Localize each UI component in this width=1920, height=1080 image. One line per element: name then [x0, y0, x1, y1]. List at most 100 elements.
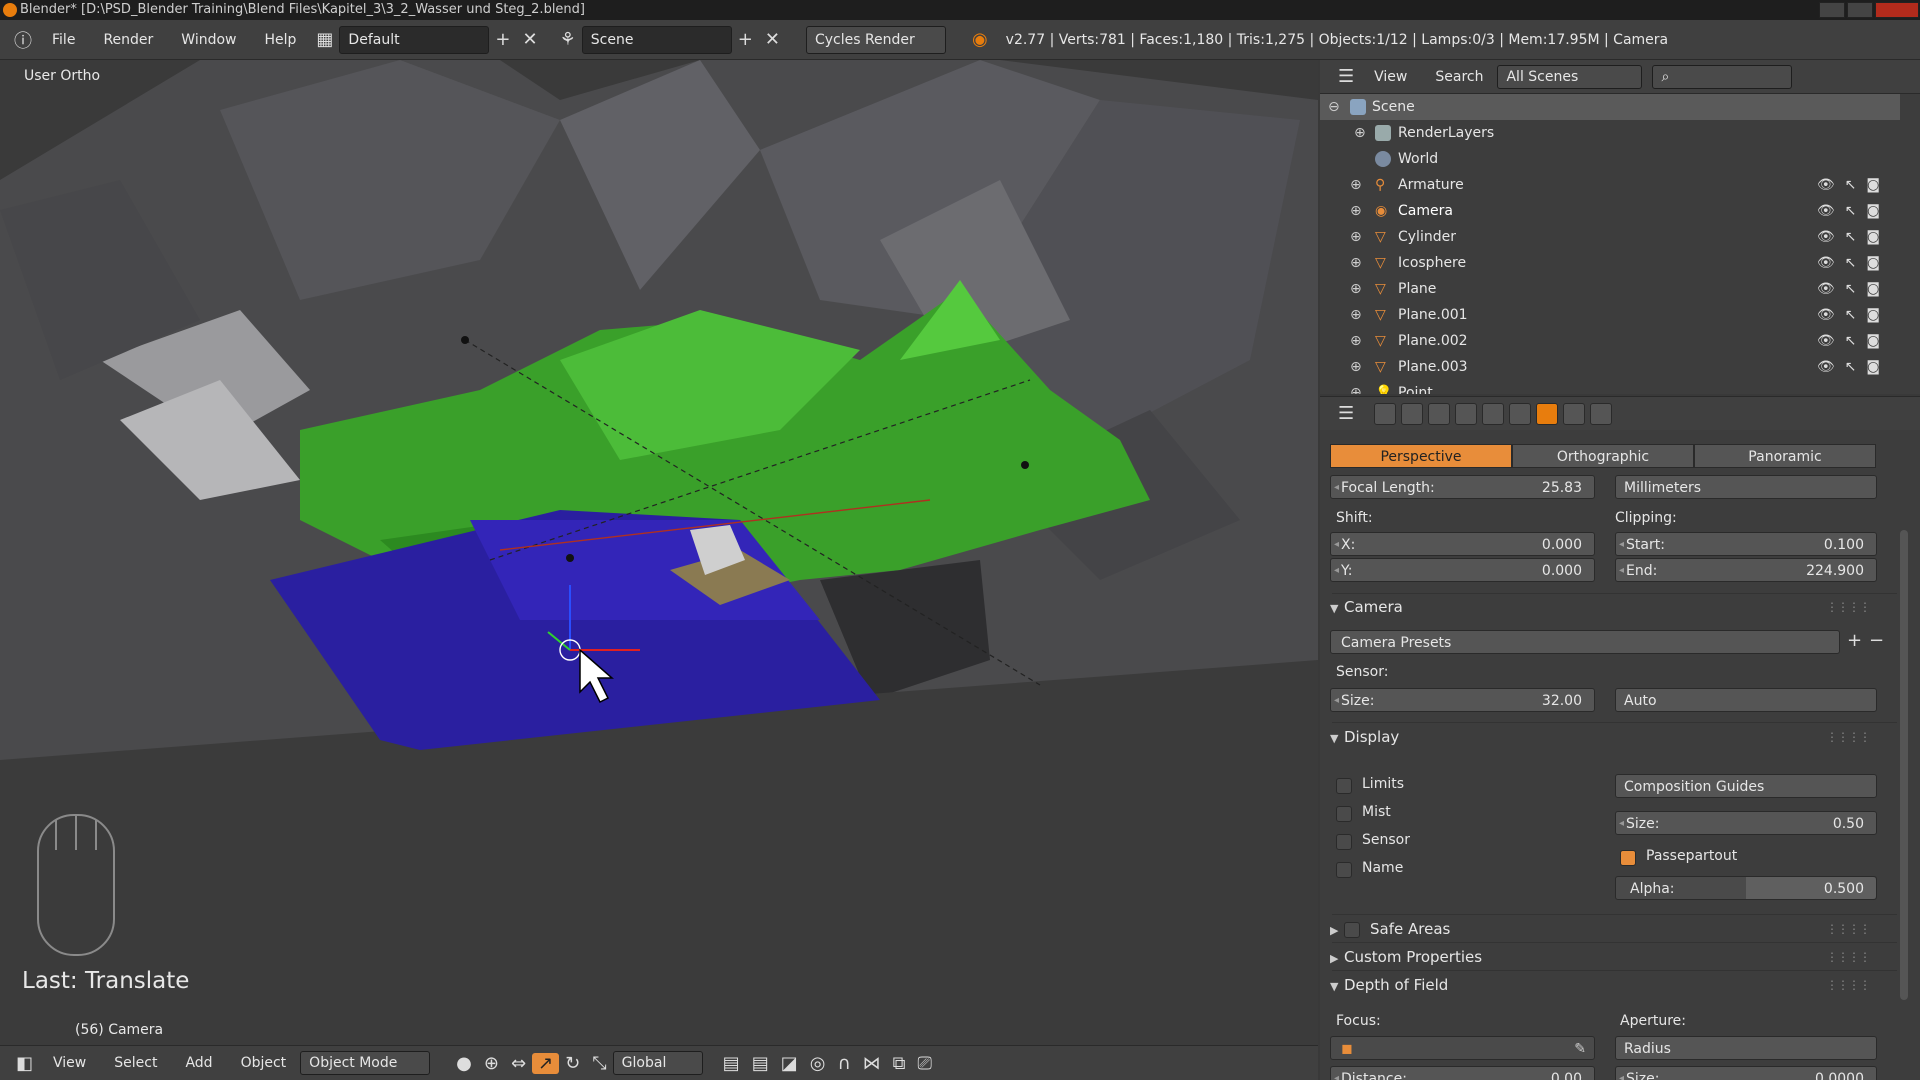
camera-data-tab-icon[interactable] [1536, 402, 1559, 425]
outliner-row-scene[interactable]: ⊖ Scene [1320, 94, 1900, 120]
properties-scrollbar[interactable] [1900, 530, 1908, 1000]
focal-length-field[interactable]: ◂ Focal Length: 25.83 [1330, 475, 1595, 499]
expand-icon[interactable]: ⊕ [1350, 276, 1362, 302]
outliner-row-armature[interactable]: ⊕ ⚲ Armature 👁 ↖ ◙ [1320, 172, 1900, 198]
render-camera-icon[interactable]: ◙ [1866, 198, 1880, 224]
expand-icon[interactable]: ⊕ [1350, 380, 1362, 394]
rotate-icon[interactable]: ↻ [559, 1053, 586, 1074]
layers-icon[interactable]: ▤ [717, 1053, 746, 1074]
aperture-type-selector[interactable]: Radius [1615, 1036, 1877, 1060]
lens-unit-selector[interactable]: Millimeters [1615, 475, 1877, 499]
aperture-size-field[interactable]: ◂ Size: 0.0000 [1615, 1066, 1877, 1080]
expand-icon[interactable]: ⊕ [1350, 328, 1362, 354]
select-arrow-icon[interactable]: ↖ [1845, 250, 1857, 276]
constraints-tab-icon[interactable] [1509, 402, 1532, 425]
sensor-checkbox[interactable] [1336, 834, 1352, 850]
scale-icon[interactable]: ⤡ [586, 1053, 612, 1074]
menu-file[interactable]: File [38, 32, 89, 48]
select-arrow-icon[interactable]: ↖ [1845, 172, 1857, 198]
visibility-eye-icon[interactable]: 👁 [1817, 302, 1835, 328]
particles-tab-icon[interactable] [1590, 402, 1613, 425]
properties-panel[interactable]: Perspective Orthographic Panoramic ◂ Foca… [1320, 430, 1920, 1080]
lens-orthographic-button[interactable]: Orthographic [1512, 444, 1694, 468]
visibility-eye-icon[interactable]: 👁 [1817, 328, 1835, 354]
select-arrow-icon[interactable]: ↖ [1845, 198, 1857, 224]
shift-x-field[interactable]: ◂ X: 0.000 [1330, 532, 1595, 556]
composition-guides-selector[interactable]: Composition Guides [1615, 774, 1877, 798]
vp-menu-select[interactable]: Select [100, 1055, 171, 1071]
remove-scene-icon[interactable]: ✕ [759, 29, 786, 50]
expand-icon[interactable]: ⊕ [1350, 302, 1362, 328]
lock-camera-icon[interactable]: ◪ [775, 1053, 804, 1074]
3d-viewport[interactable]: User Ortho Last: Translate (56) Camera [0, 60, 1318, 1055]
visibility-eye-icon[interactable]: 👁 [1817, 276, 1835, 302]
object-tab-icon[interactable] [1482, 402, 1505, 425]
name-checkbox[interactable] [1336, 862, 1352, 878]
render-engine-selector[interactable]: Cycles Render [805, 25, 946, 54]
select-arrow-icon[interactable]: ↖ [1845, 354, 1857, 380]
outliner-menu-search[interactable]: Search [1421, 69, 1497, 85]
select-arrow-icon[interactable]: ↖ [1845, 276, 1857, 302]
outliner-row-world[interactable]: World [1320, 146, 1900, 172]
lens-panoramic-button[interactable]: Panoramic [1694, 444, 1876, 468]
limits-checkbox[interactable] [1336, 778, 1352, 794]
opengl-render-icon[interactable]: ⎚ [911, 1053, 937, 1074]
safe-areas-panel-header[interactable]: ▶ Safe Areas ⋮⋮⋮⋮ [1320, 916, 1900, 942]
outliner[interactable]: ⊖ Scene ⊕ RenderLayers World ⊕ ⚲ Armatur… [1320, 94, 1920, 394]
expand-icon[interactable]: ⊕ [1350, 354, 1362, 380]
menu-window[interactable]: Window [167, 32, 250, 48]
vp-menu-add[interactable]: Add [171, 1055, 226, 1071]
outliner-editor-icon[interactable]: ☰ [1332, 66, 1360, 87]
vp-menu-view[interactable]: View [39, 1055, 100, 1071]
display-panel-header[interactable]: ▼ Display ⋮⋮⋮⋮ [1320, 724, 1900, 750]
shading-icon[interactable]: ● [450, 1053, 478, 1074]
passepartout-checkbox[interactable] [1620, 850, 1636, 866]
expand-icon[interactable]: ⊕ [1354, 120, 1366, 146]
scene-icon[interactable]: ⚘ [554, 29, 582, 50]
outliner-row-icosphere[interactable]: ⊕ ▽ Icosphere 👁 ↖ ◙ [1320, 250, 1900, 276]
close-window-button[interactable] [1875, 2, 1919, 18]
collapse-icon[interactable]: ⊖ [1328, 94, 1340, 120]
remove-layout-icon[interactable]: ✕ [517, 29, 544, 50]
pivot-icon[interactable]: ⊕ [478, 1053, 505, 1074]
info-editor-icon[interactable]: ⓘ [8, 27, 38, 53]
focus-distance-field[interactable]: ◂ Distance: 0.00 [1330, 1066, 1595, 1080]
outliner-row-plane-003[interactable]: ⊕ ▽ Plane.003 👁 ↖ ◙ [1320, 354, 1900, 380]
depth-of-field-panel-header[interactable]: ▼ Depth of Field ⋮⋮⋮⋮ [1320, 972, 1900, 998]
mist-checkbox[interactable] [1336, 806, 1352, 822]
orientation-selector[interactable]: Global [612, 1051, 703, 1075]
snap-target-icon[interactable]: ⋈ [857, 1053, 887, 1074]
camera-presets-selector[interactable]: Camera Presets [1330, 630, 1840, 654]
select-arrow-icon[interactable]: ↖ [1845, 302, 1857, 328]
render-camera-icon[interactable]: ◙ [1866, 328, 1880, 354]
snap-icon[interactable]: ∩ [831, 1053, 856, 1074]
layers-icon-2[interactable]: ▤ [746, 1053, 775, 1074]
visibility-eye-icon[interactable]: 👁 [1817, 354, 1835, 380]
camera-panel-header[interactable]: ▼ Camera ⋮⋮⋮⋮ [1320, 594, 1900, 620]
outliner-search-input[interactable]: ⌕ [1652, 64, 1793, 89]
lens-perspective-button[interactable]: Perspective [1330, 444, 1512, 468]
menu-help[interactable]: Help [250, 32, 310, 48]
outliner-row-camera[interactable]: ⊕ ◉ Camera 👁 ↖ ◙ [1320, 198, 1900, 224]
outliner-menu-view[interactable]: View [1360, 69, 1421, 85]
render-camera-icon[interactable]: ◙ [1866, 276, 1880, 302]
mode-selector[interactable]: Object Mode [300, 1051, 431, 1075]
render-camera-icon[interactable]: ◙ [1866, 172, 1880, 198]
outliner-row-cylinder[interactable]: ⊕ ▽ Cylinder 👁 ↖ ◙ [1320, 224, 1900, 250]
expand-icon[interactable]: ⊕ [1350, 198, 1362, 224]
viewport-scene[interactable] [0, 60, 1318, 1045]
select-arrow-icon[interactable]: ↖ [1845, 328, 1857, 354]
add-preset-icon[interactable]: + [1847, 630, 1862, 651]
layout-selector[interactable]: Default [339, 25, 490, 54]
outliner-row-renderlayers[interactable]: ⊕ RenderLayers [1320, 120, 1900, 146]
add-layout-icon[interactable]: + [489, 29, 516, 50]
world-tab-icon[interactable] [1455, 402, 1478, 425]
sensor-fit-selector[interactable]: Auto [1615, 688, 1877, 712]
maximize-button[interactable] [1847, 2, 1873, 18]
layout-grid-icon[interactable]: ▦ [310, 29, 339, 50]
visibility-eye-icon[interactable]: 👁 [1817, 198, 1835, 224]
properties-editor-icon[interactable]: ☰ [1332, 403, 1360, 424]
expand-icon[interactable]: ⊕ [1350, 172, 1362, 198]
scene-tab-icon[interactable] [1428, 402, 1451, 425]
manipulator-icon[interactable]: ⇔ [505, 1053, 532, 1074]
